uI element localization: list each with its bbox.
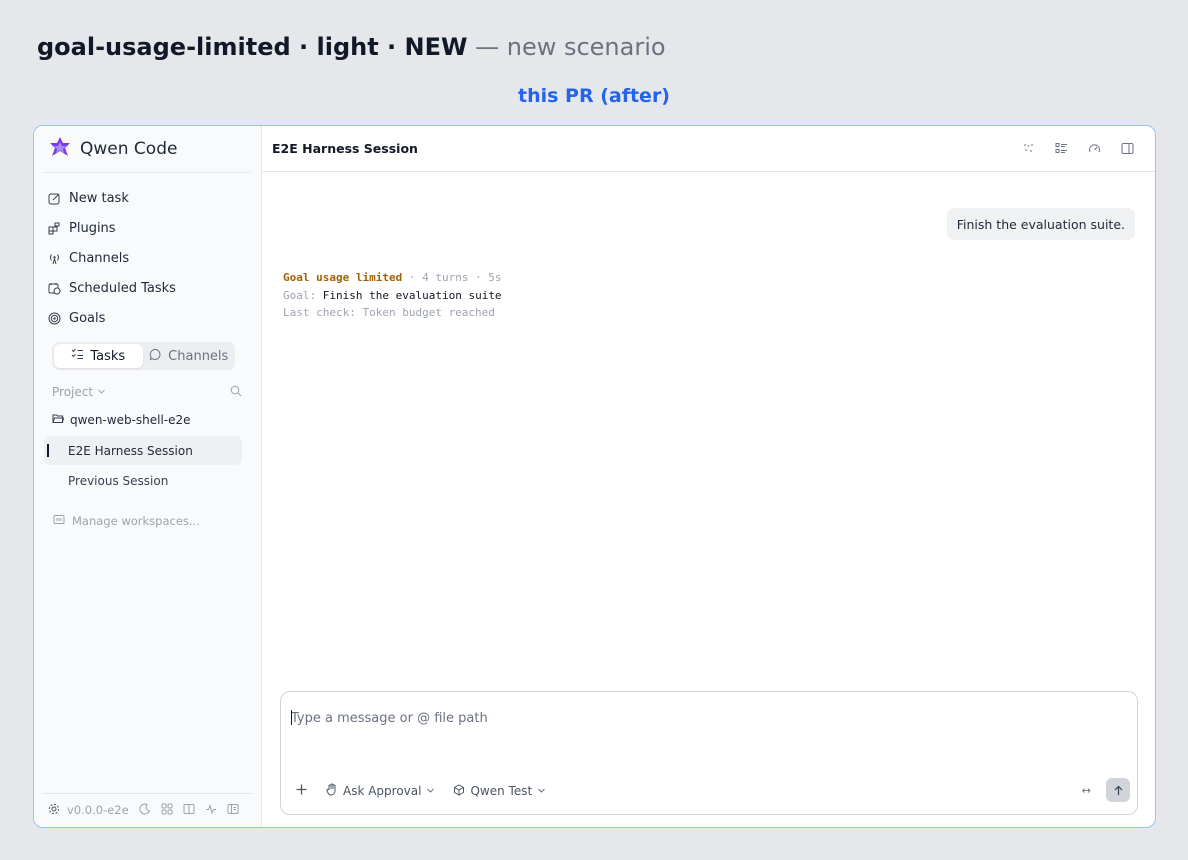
goal-meta: · 4 turns · 5s [402, 271, 502, 284]
text-caret [291, 710, 292, 725]
arrow-up-icon [1113, 781, 1124, 800]
active-indicator [47, 444, 49, 457]
folder-open-icon [52, 413, 65, 427]
calendar-clock-icon [48, 282, 61, 295]
chat-panel: E2E Harness Session Finish the evaluatio… [262, 126, 1155, 827]
nav-item-label: Plugins [69, 220, 116, 236]
search-icon[interactable] [230, 385, 242, 400]
split-view-icon[interactable] [183, 803, 195, 818]
version-label: v0.0.0-e2e [67, 803, 129, 817]
grid-icon[interactable] [161, 803, 173, 818]
approval-mode-label: Ask Approval [343, 784, 422, 798]
cube-icon [453, 783, 465, 799]
model-label: Qwen Test [470, 784, 533, 798]
sidebar-panel-icon[interactable] [1120, 141, 1135, 156]
brand[interactable]: Qwen Code [49, 136, 177, 162]
gear-icon [48, 803, 60, 818]
session-title: E2E Harness Session [272, 141, 418, 156]
nav-item-label: Scheduled Tasks [69, 280, 176, 296]
scenario-heading: goal-usage-limited · light · NEW — new s… [37, 30, 666, 64]
last-check-text: Last check: Token budget reached [283, 306, 495, 319]
sidebar-footer: v0.0.0-e2e [48, 800, 239, 820]
nav-item-label: Goals [69, 310, 106, 326]
nav-item-label: New task [69, 190, 129, 206]
variant-label: this PR (after) [517, 85, 670, 107]
nav-item-goals[interactable]: Goals [48, 303, 253, 333]
list-check-icon [71, 348, 84, 364]
target-icon [48, 312, 61, 325]
heading-separator: · [378, 33, 405, 61]
project-folder[interactable]: qwen-web-shell-e2e [52, 411, 191, 429]
scenario-name: goal-usage-limited [37, 33, 291, 61]
panel-icon[interactable] [227, 803, 239, 818]
nav-item-label: Channels [69, 250, 130, 266]
app-name: Qwen Code [80, 139, 178, 159]
toggle-channels-label: Channels [168, 348, 229, 364]
theme-name: light [316, 33, 379, 61]
toggle-channels[interactable]: Channels [145, 344, 234, 368]
qwen-logo-icon [49, 136, 71, 163]
manage-workspaces-link[interactable]: Manage workspaces... [53, 514, 200, 528]
chat-header: E2E Harness Session [262, 126, 1155, 172]
message-input[interactable] [291, 706, 1127, 730]
goal-status-card: Goal usage limited · 4 turns · 5s Goal: … [283, 269, 502, 322]
project-selector[interactable]: Project [52, 385, 106, 399]
divider [42, 793, 253, 794]
divider [44, 172, 251, 173]
scatter-icon[interactable] [1021, 141, 1036, 156]
session-item[interactable]: E2E Harness Session [44, 436, 242, 465]
project-folder-name: qwen-web-shell-e2e [70, 413, 191, 427]
toggle-tasks-label: Tasks [90, 348, 126, 364]
model-dropdown[interactable]: Qwen Test [453, 783, 546, 799]
new-badge: NEW [404, 33, 468, 61]
edit-icon [48, 192, 61, 205]
task-list-icon[interactable] [1054, 141, 1069, 156]
sidebar: Qwen Code New task Plugins Channels Sche… [34, 126, 262, 827]
theme-toggle-icon[interactable] [139, 803, 151, 818]
header-actions [1021, 141, 1135, 156]
plugins-icon [48, 222, 61, 235]
session-label: E2E Harness Session [68, 443, 193, 458]
nav-item-scheduled-tasks[interactable]: Scheduled Tasks [48, 273, 253, 303]
goal-status-label: Goal usage limited [283, 271, 403, 284]
goal-status-line: Goal usage limited · 4 turns · 5s [283, 269, 502, 287]
nav-item-plugins[interactable]: Plugins [48, 213, 253, 243]
chevron-down-icon [97, 385, 106, 399]
workspace-icon [53, 514, 65, 528]
nav-item-new-task[interactable]: New task [48, 183, 253, 213]
gauge-icon[interactable] [1087, 141, 1102, 156]
app-window: Qwen Code New task Plugins Channels Sche… [33, 125, 1156, 828]
manage-workspaces-label: Manage workspaces... [72, 514, 200, 528]
scenario-description: — new scenario [467, 33, 666, 61]
user-message-bubble: Finish the evaluation suite. [946, 208, 1135, 240]
chevron-down-icon [426, 784, 435, 798]
send-button[interactable] [1106, 778, 1130, 802]
settings-version[interactable]: v0.0.0-e2e [48, 803, 129, 818]
add-attachment-button[interactable] [295, 783, 308, 799]
composer-toolbar: Ask Approval Qwen Test [295, 783, 546, 799]
chevron-down-icon [537, 784, 546, 798]
activity-icon[interactable] [205, 803, 217, 818]
broadcast-icon [48, 252, 61, 265]
goal-line: Goal: Finish the evaluation suite [283, 287, 502, 305]
user-message-text: Finish the evaluation suite. [956, 216, 1125, 232]
hand-icon [326, 783, 338, 799]
tasks-channels-toggle: Tasks Channels [52, 342, 235, 370]
chat-bubble-icon [149, 348, 162, 365]
expand-width-icon[interactable]: ↔ [1082, 784, 1091, 797]
session-label: Previous Session [68, 473, 169, 488]
goal-label: Goal: [283, 288, 323, 302]
goal-text: Finish the evaluation suite [322, 288, 502, 302]
composer-actions: ↔ [1082, 778, 1130, 802]
approval-mode-dropdown[interactable]: Ask Approval [326, 783, 435, 799]
sidebar-nav: New task Plugins Channels Scheduled Task… [48, 183, 253, 333]
plus-icon [295, 783, 308, 799]
project-label: Project [52, 385, 94, 399]
nav-item-channels[interactable]: Channels [48, 243, 253, 273]
project-row: Project [52, 384, 242, 400]
session-item[interactable]: Previous Session [44, 466, 242, 495]
heading-separator: · [290, 33, 317, 61]
message-composer: Ask Approval Qwen Test ↔ [280, 691, 1138, 815]
toggle-tasks[interactable]: Tasks [54, 344, 143, 368]
